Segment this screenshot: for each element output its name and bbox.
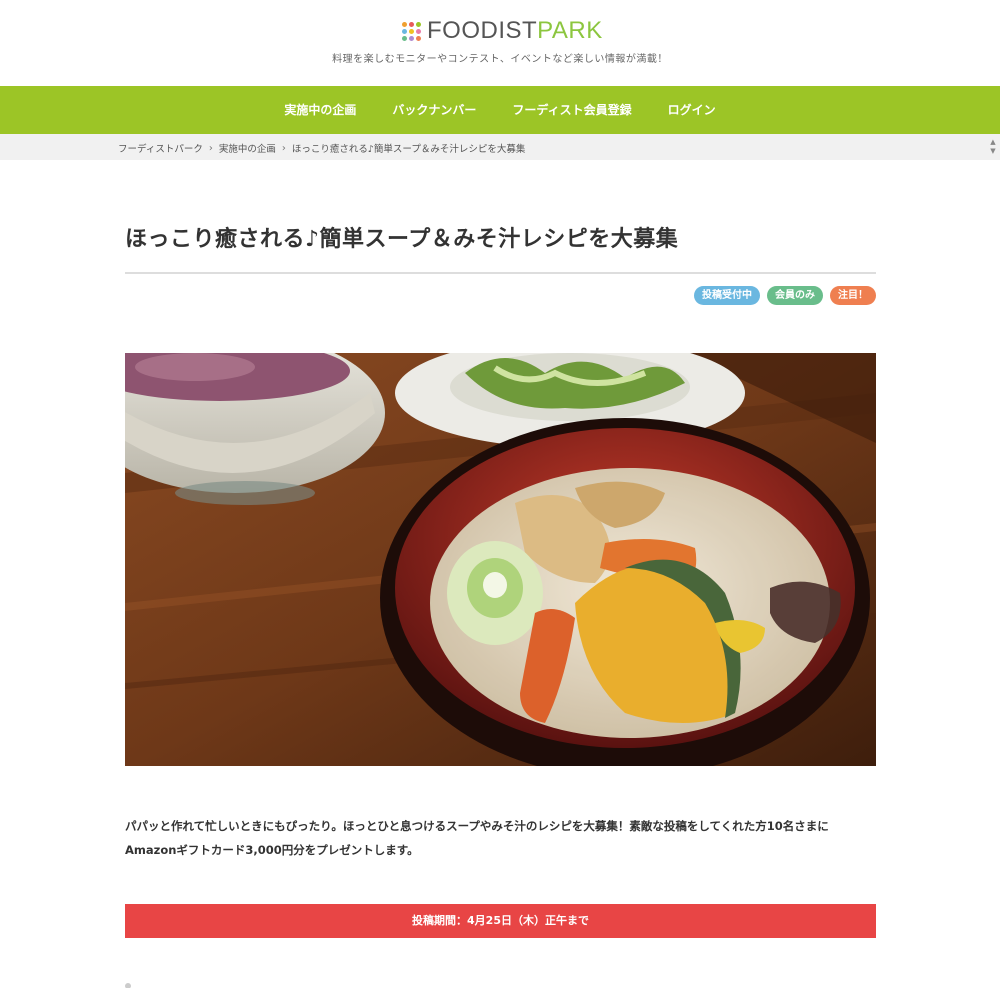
hero-image-miso-soup: [125, 353, 876, 766]
status-tags: 投稿受付中 会員のみ 注目！: [694, 286, 876, 305]
article-description: パパッと作れて忙しいときにもぴったり。ほっとひと息つけるスープやみそ汁のレシピを…: [125, 814, 876, 862]
logo-dot: [402, 21, 407, 27]
breadcrumb-campaigns[interactable]: 実施中の企画: [219, 141, 276, 155]
logo-dot: [409, 28, 414, 34]
posting-deadline-banner: 投稿期間：4月25日（木）正午まで: [125, 904, 876, 938]
nav-item-current-campaigns[interactable]: 実施中の企画: [266, 86, 374, 134]
breadcrumb-current: ほっこり癒される♪簡単スープ＆みそ汁レシピを大募集: [291, 144, 526, 155]
site-header: FOODISTPARK 料理を楽しむモニターやコンテスト、イベントなど楽しい情報…: [0, 0, 1000, 86]
page-title: ほっこり癒される♪簡単スープ＆みそ汁レシピを大募集: [125, 227, 679, 252]
logo-dot: [416, 21, 421, 27]
logo-dot: [416, 35, 421, 41]
nav-item-member-signup[interactable]: フーディスト会員登録: [494, 86, 649, 134]
nav-item-login[interactable]: ログイン: [650, 86, 734, 134]
breadcrumb: フーディストパーク › 実施中の企画 › ほっこり癒される♪簡単スープ＆みそ汁レ…: [118, 141, 526, 156]
breadcrumb-separator-icon: ›: [208, 142, 213, 154]
hero-photo: [125, 353, 876, 766]
logo-dot: [409, 35, 414, 41]
scroll-down-icon[interactable]: ▼: [988, 147, 998, 156]
description-line-2: Amazonギフトカード3,000円分をプレゼントします。: [125, 843, 419, 857]
site-tagline: 料理を楽しむモニターやコンテスト、イベントなど楽しい情報が満載！: [332, 54, 668, 65]
logo-text-park: PARK: [537, 17, 603, 44]
global-nav: 実施中の企画 バックナンバー フーディスト会員登録 ログイン: [0, 86, 1000, 134]
tag-accepting-posts: 投稿受付中: [694, 286, 760, 305]
logo-text: FOODISTPARK: [427, 18, 603, 44]
site-logo[interactable]: FOODISTPARK: [402, 18, 603, 44]
description-line-1: パパッと作れて忙しいときにもぴったり。ほっとひと息つけるスープやみそ汁のレシピを…: [125, 819, 829, 833]
breadcrumb-scroll[interactable]: ▲ ▼: [988, 138, 998, 156]
breadcrumb-bar: フーディストパーク › 実施中の企画 › ほっこり癒される♪簡単スープ＆みそ汁レ…: [0, 134, 1000, 160]
nav-item-back-numbers[interactable]: バックナンバー: [374, 86, 494, 134]
scroll-up-icon[interactable]: ▲: [988, 138, 998, 147]
logo-text-foodist: FOODIST: [427, 17, 538, 44]
breadcrumb-home[interactable]: フーディストパーク: [118, 141, 203, 155]
tag-featured: 注目！: [830, 286, 876, 305]
logo-dot: [402, 28, 407, 34]
logo-dot: [409, 21, 414, 27]
logo-dots-icon: [402, 21, 421, 41]
breadcrumb-separator-icon: ›: [281, 142, 286, 154]
logo-dot: [402, 35, 407, 41]
title-divider: [125, 272, 876, 274]
tag-members-only: 会員のみ: [767, 286, 823, 305]
logo-dot: [416, 28, 421, 34]
list-bullet-icon: [125, 983, 131, 988]
